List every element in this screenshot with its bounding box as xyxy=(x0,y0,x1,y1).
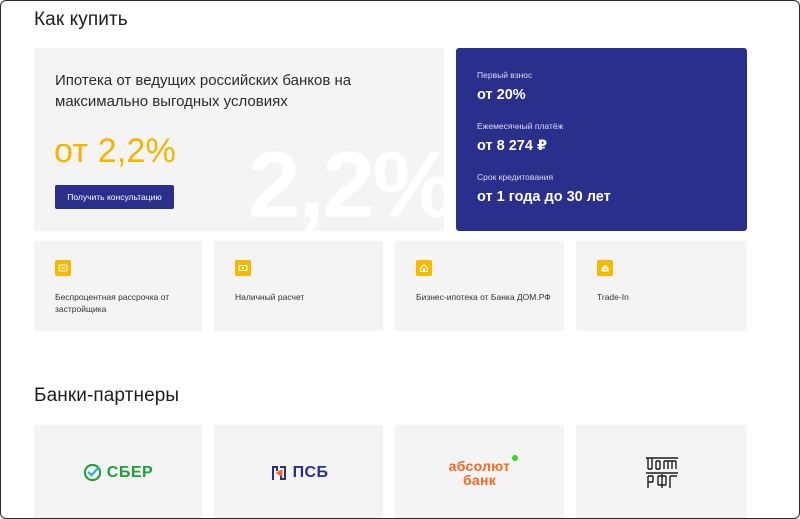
feature-card-installment[interactable]: Беспроцентная рассрочка от застройщика xyxy=(34,241,202,331)
promo-background-rate: 2,2% xyxy=(248,132,444,232)
down-payment-value: от 20% xyxy=(477,87,526,103)
mortgage-terms-card: Первый взнос от 20% Ежемесячный платёж о… xyxy=(456,48,747,231)
feature-card-cash[interactable]: Наличный расчет xyxy=(214,241,383,331)
business-mortgage-icon xyxy=(416,260,432,276)
absolut-bank-logo: абсолют банк xyxy=(448,454,519,488)
sber-logo-text: СБЕР xyxy=(106,463,154,481)
page-frame: Как купить 2,2% Ипотека от ведущих росси… xyxy=(0,0,800,519)
promo-title: Ипотека от ведущих российских банков на … xyxy=(55,72,352,110)
psb-logo: ПСБ xyxy=(269,463,329,483)
loan-term-value: от 1 года до 30 лет xyxy=(477,189,611,205)
down-payment-label: Первый взнос xyxy=(477,70,533,80)
absolut-logo-line2: банк xyxy=(462,471,497,488)
absolut-logo-line1: абсолют xyxy=(448,457,511,474)
bank-card-sber[interactable]: СБЕР xyxy=(34,425,202,518)
dom-rf-logo-icon xyxy=(645,456,678,488)
bank-card-dom-rf[interactable] xyxy=(576,425,747,518)
absolut-dot-icon xyxy=(512,454,519,461)
psb-logo-text: ПСБ xyxy=(292,463,329,481)
sber-logo: СБЕР xyxy=(83,463,153,482)
section-title-how-to-buy: Как купить xyxy=(34,9,128,30)
feature-label-installment: Беспроцентная рассрочка от застройщика xyxy=(55,292,170,314)
section-title-partner-banks: Банки-партнеры xyxy=(34,385,180,406)
get-consultation-button[interactable]: Получить консультацию xyxy=(55,185,174,209)
feature-label-trade-in: Trade-In xyxy=(597,292,629,302)
installment-icon xyxy=(55,260,71,276)
cash-icon xyxy=(235,260,251,276)
feature-label-business-mortgage: Бизнес-ипотека от Банка ДОМ.РФ xyxy=(416,292,551,302)
monthly-payment-value: от 8 274 ₽ xyxy=(477,138,548,154)
bank-card-psb[interactable]: ПСБ xyxy=(214,425,383,518)
sber-check-icon xyxy=(83,463,101,482)
trade-in-icon xyxy=(597,260,613,276)
monthly-payment-label: Ежемесячный платёж xyxy=(477,121,564,131)
feature-label-cash: Наличный расчет xyxy=(235,292,305,302)
mortgage-promo-card: 2,2% Ипотека от ведущих российских банко… xyxy=(34,48,444,231)
bank-card-absolut[interactable]: абсолют банк xyxy=(395,425,564,518)
promo-rate: от 2,2% xyxy=(54,132,177,170)
psb-emblem-icon xyxy=(271,465,286,480)
loan-term-label: Срок кредитования xyxy=(477,172,554,182)
feature-card-business-mortgage[interactable]: Бизнес-ипотека от Банка ДОМ.РФ xyxy=(395,241,564,331)
feature-card-trade-in[interactable]: Trade-In xyxy=(576,241,747,331)
